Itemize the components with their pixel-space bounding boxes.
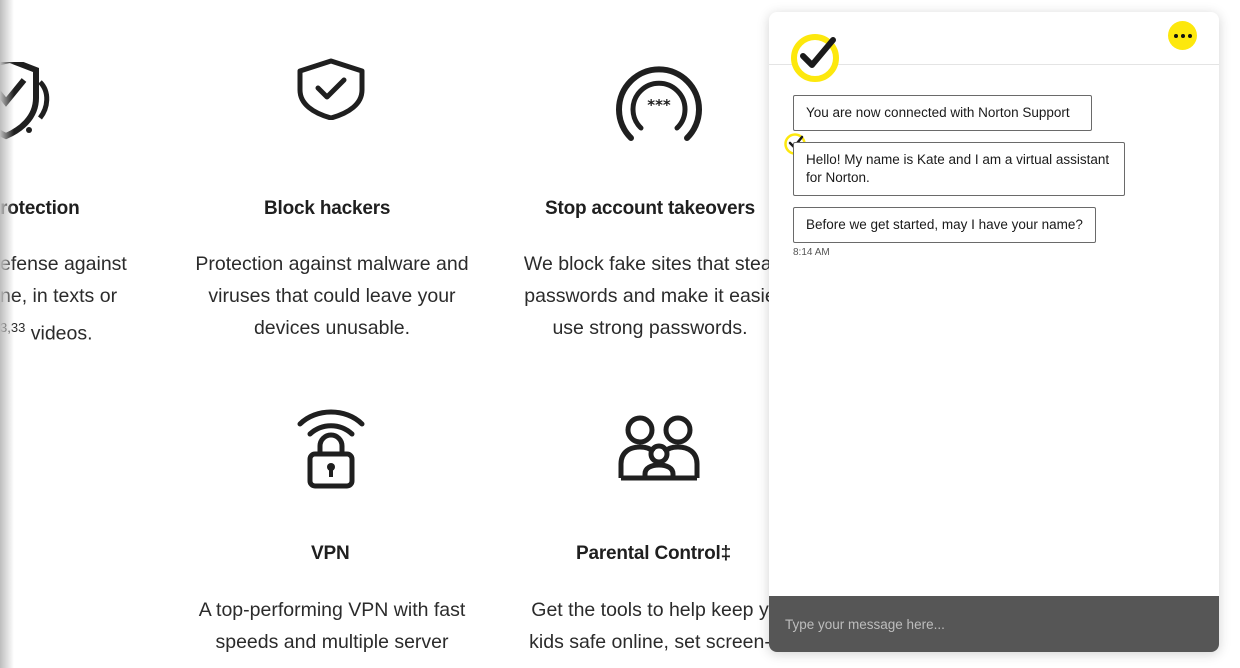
more-icon: [1172, 33, 1193, 38]
norton-logo: [791, 34, 839, 82]
feature-description: Protection against malware and viruses t…: [195, 253, 469, 339]
chat-message-agent: Before we get started, may I have your n…: [793, 207, 1096, 243]
password-icon: ***: [616, 66, 702, 141]
more-options-button[interactable]: [1168, 21, 1197, 50]
wifi-lock-icon: [297, 409, 365, 489]
feature-description: A top-performing VPN with fast speeds an…: [198, 599, 466, 653]
svg-text:***: ***: [647, 96, 671, 114]
feature-description: Get the tools to help keep y kids safe o…: [529, 599, 771, 653]
chat-message-system: You are now connected with Norton Suppor…: [793, 95, 1092, 131]
shield-check-icon: [297, 58, 365, 120]
message-input[interactable]: [769, 596, 1219, 652]
chat-widget: You are now connected with Norton Suppor…: [769, 12, 1219, 652]
feature-description: efense against ne, in texts or 3,33 vide…: [0, 253, 127, 345]
feature-title: Stop account takeovers: [545, 198, 755, 219]
feature-title: Parental Control‡: [576, 543, 731, 564]
feature-title: Block hackers: [264, 198, 391, 219]
feature-description: We block fake sites that steal passwords…: [523, 253, 777, 339]
page-edge-shadow: [0, 0, 14, 668]
chat-composer: [769, 596, 1219, 652]
feature-title: VPN: [311, 543, 350, 564]
chat-message-agent: Hello! My name is Kate and I am a virtua…: [793, 142, 1125, 196]
message-timestamp: 8:14 AM: [793, 247, 830, 258]
family-icon: [618, 415, 700, 481]
